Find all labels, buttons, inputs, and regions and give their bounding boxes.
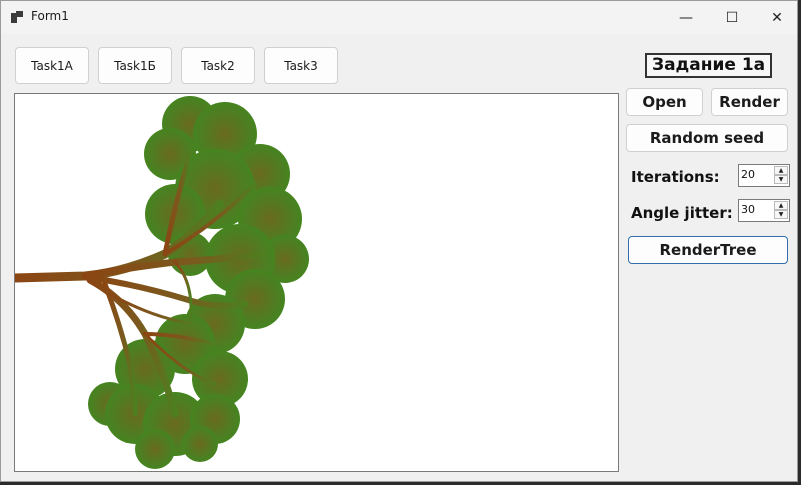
task-heading: Задание 1а xyxy=(645,53,773,78)
render-button[interactable]: Render xyxy=(711,88,788,116)
iterations-stepper[interactable]: 20 ▲ ▼ xyxy=(738,164,790,187)
app-window: Form1 — ☐ ✕ Task1A Task1Б Task2 Task3 За… xyxy=(0,0,798,482)
close-icon[interactable]: ✕ xyxy=(754,1,800,34)
title-bar: Form1 — ☐ ✕ xyxy=(1,1,797,34)
task1b-button[interactable]: Task1Б xyxy=(98,47,172,84)
window-title: Form1 xyxy=(31,9,69,23)
maximize-icon[interactable]: ☐ xyxy=(709,1,755,34)
spin-down-icon[interactable]: ▼ xyxy=(774,175,788,184)
spin-up-icon[interactable]: ▲ xyxy=(774,201,788,210)
spin-up-icon[interactable]: ▲ xyxy=(774,166,788,175)
render-tree-button[interactable]: RenderTree xyxy=(628,236,788,264)
task2-button[interactable]: Task2 xyxy=(181,47,255,84)
spin-down-icon[interactable]: ▼ xyxy=(774,210,788,219)
iterations-arrows[interactable]: ▲ ▼ xyxy=(774,166,788,185)
angle-jitter-stepper[interactable]: 30 ▲ ▼ xyxy=(738,199,790,222)
minimize-icon[interactable]: — xyxy=(663,1,709,34)
render-canvas[interactable] xyxy=(14,93,619,472)
task1a-button[interactable]: Task1A xyxy=(15,47,89,84)
fractal-tree-image xyxy=(15,96,309,469)
iterations-value[interactable]: 20 xyxy=(741,168,755,181)
random-seed-button[interactable]: Random seed xyxy=(626,124,788,152)
angle-jitter-value[interactable]: 30 xyxy=(741,203,755,216)
form-icon xyxy=(11,11,23,23)
angle-jitter-arrows[interactable]: ▲ ▼ xyxy=(774,201,788,220)
task3-button[interactable]: Task3 xyxy=(264,47,338,84)
iterations-label: Iterations: xyxy=(631,168,720,186)
angle-jitter-label: Angle jitter: xyxy=(631,204,733,222)
open-button[interactable]: Open xyxy=(626,88,703,116)
